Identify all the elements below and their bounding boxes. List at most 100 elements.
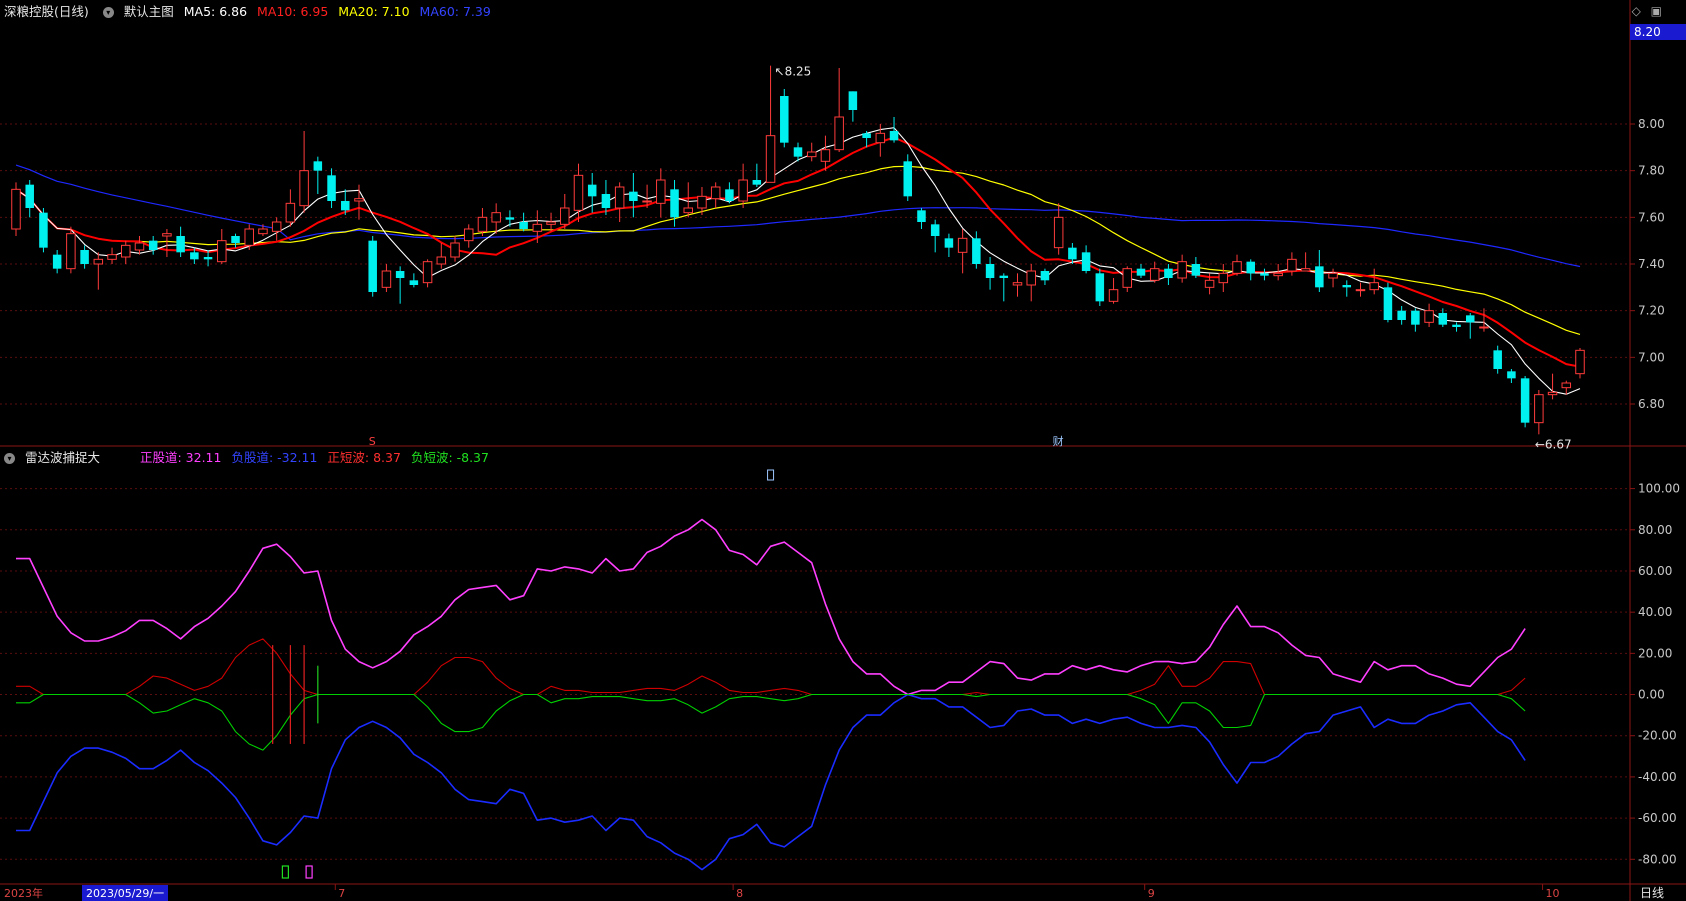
indicator-name[interactable]: 雷达波捕捉大 [25, 450, 100, 465]
candle-body-up [875, 132, 886, 144]
candle-body-up [710, 186, 721, 200]
candle-body-down [52, 254, 62, 269]
candle-body-up [107, 254, 117, 260]
indicator-tick-label-4: 20.00 [1638, 646, 1672, 660]
main-tick-label-0: 8.00 [1638, 117, 1665, 131]
candle-body-up [1369, 282, 1379, 291]
candle-body-down [1191, 264, 1201, 276]
candle-body-down [313, 161, 323, 171]
candle-body-up [66, 233, 76, 270]
candle-body-up [532, 223, 543, 232]
candle-body-down [25, 184, 34, 208]
indicator-tick-label-1: 80.00 [1638, 523, 1672, 537]
candle-body-down [930, 224, 940, 236]
candle-body-down [80, 250, 89, 264]
diamond-icon[interactable]: ◇ [1632, 4, 1641, 18]
candle-body-down [519, 222, 528, 229]
neg-short-label: 负短波: -8.37 [410, 450, 489, 465]
candle-body-down [601, 194, 611, 208]
candle-body-up [121, 244, 131, 258]
candle-body-down [848, 91, 858, 110]
candle-body-down [190, 252, 199, 260]
candle-body-down [999, 275, 1009, 278]
candle-body-down [985, 264, 995, 278]
candle-body-up [244, 228, 254, 246]
candle-body-up [1122, 268, 1133, 288]
main-tick-label-4: 7.20 [1638, 304, 1665, 318]
candle-body-up [354, 198, 364, 202]
candle-body-up [614, 186, 625, 209]
candle-body-up [1204, 279, 1215, 288]
candle-body-down [505, 217, 515, 220]
panel-tools: ◇ ▣ [1632, 4, 1662, 18]
candle-body-up [162, 233, 172, 237]
candle-body-up [560, 207, 570, 225]
indicator-tick-label-8: -60.00 [1638, 811, 1677, 825]
candle-body-down [1246, 261, 1255, 274]
candle-body-down [395, 271, 405, 278]
main-chart-label[interactable]: 默认主图 [124, 4, 174, 19]
period-label: 日线 [1640, 886, 1664, 900]
candle-body-down [862, 133, 871, 138]
candle-body-up [450, 242, 460, 258]
maximize-icon[interactable]: ▣ [1651, 4, 1662, 18]
ma5-label: MA5: 6.86 [183, 4, 248, 19]
candle-body-down [1342, 285, 1352, 288]
candle-body-down [1493, 350, 1502, 369]
candle-body-up [11, 188, 21, 230]
candle-body-up [217, 240, 227, 263]
candle-body-down [1068, 247, 1077, 260]
candle-body-up [1026, 270, 1036, 286]
candle-body-up [381, 270, 392, 288]
candle-body-down [1520, 378, 1530, 423]
candle-body-down [1507, 371, 1516, 379]
candle-body-up [1328, 272, 1338, 279]
candle-body-up [820, 149, 831, 162]
indicator-tick-label-5: 0.00 [1638, 688, 1665, 702]
candle-body-up [1108, 289, 1119, 302]
candle-body-down [1260, 273, 1269, 276]
candle-body-down [203, 257, 213, 260]
candle-body-up [1149, 268, 1160, 281]
candle-body-down [1383, 287, 1393, 320]
candle-body-up [271, 221, 282, 232]
candle-body-up [436, 256, 447, 265]
candle-body-down [409, 280, 419, 285]
candle-body-up [477, 216, 488, 232]
candle-body-down [231, 236, 240, 243]
stock-title[interactable]: 深粮控股(日线) [4, 4, 89, 19]
neg-long-label: 负股道: -32.11 [231, 450, 318, 465]
candle-body-up [1232, 261, 1242, 274]
candle-body-up [697, 195, 707, 209]
candle-body-down [725, 189, 734, 201]
time-label-year: 2023年 [4, 886, 43, 900]
indicator-tick-label-0: 100.00 [1638, 482, 1680, 496]
candle-body-up [1424, 310, 1434, 323]
low-price-marker: ←6.67 [1535, 437, 1572, 451]
candle-body-down [1452, 324, 1461, 327]
candle-body-down [1040, 271, 1050, 281]
high-price-marker: ↖8.25 [775, 65, 812, 79]
settings-icon[interactable]: ▾ [102, 7, 114, 18]
candle-body-down [341, 201, 350, 211]
candle-body-up [656, 179, 666, 204]
candle-body-up [1547, 391, 1558, 396]
indicator-settings-icon[interactable]: ▾ [4, 453, 15, 464]
current-price-tag: 8.20 [1634, 25, 1661, 39]
ma10-label: MA10: 6.95 [257, 4, 329, 19]
candle-body-down [587, 184, 597, 197]
candle-body-up [957, 237, 968, 253]
candle-body-down [1411, 310, 1420, 325]
candle-body-up [1479, 326, 1489, 329]
candle-body-up [1177, 261, 1187, 279]
candle-body-down [752, 180, 762, 185]
candle-body-up [1355, 289, 1366, 292]
candle-body-up [1053, 216, 1064, 249]
indicator-tick-label-9: -80.00 [1638, 852, 1677, 866]
candle-body-up [1561, 382, 1572, 389]
candle-body-down [176, 236, 185, 253]
main-tick-label-5: 7.00 [1638, 350, 1665, 364]
candle-body-up [765, 135, 776, 183]
main-chart-header: 深粮控股(日线) ▾ 默认主图 MA5: 6.86 MA10: 6.95 MA2… [4, 1, 497, 23]
time-label-date: 2023/05/29/一 [86, 887, 164, 900]
